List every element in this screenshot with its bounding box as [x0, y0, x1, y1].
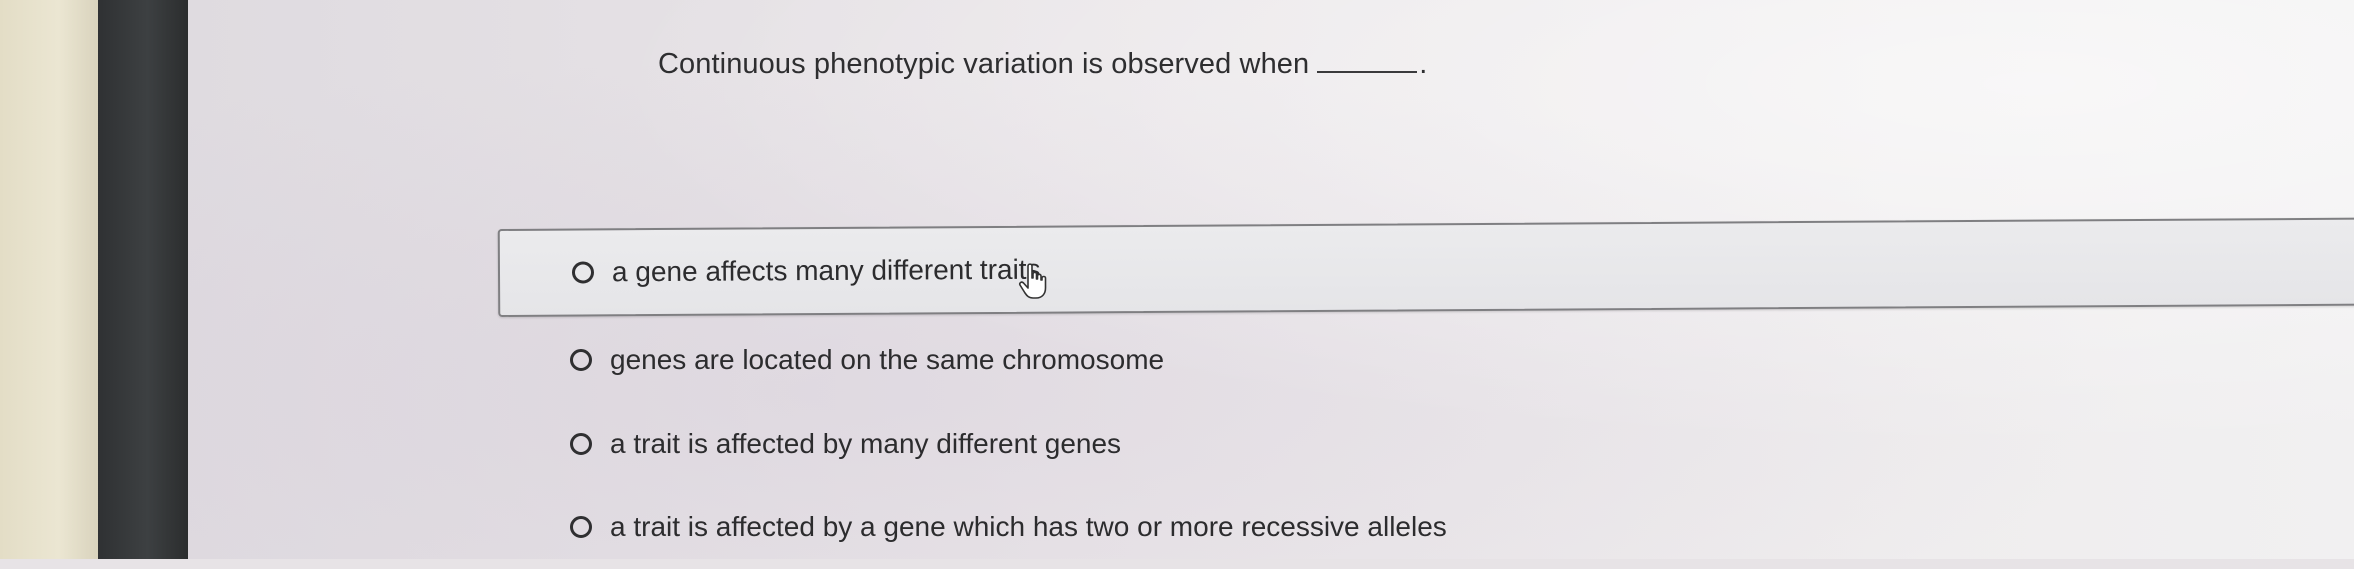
answer-option-4[interactable]: a trait is affected by a gene which has … — [498, 485, 2354, 569]
radio-button[interactable] — [570, 349, 592, 371]
hand-pointer-icon — [1018, 263, 1047, 299]
answer-label[interactable]: a trait is affected by many different ge… — [610, 428, 1121, 460]
answer-option-1[interactable]: a gene affects many different traits — [497, 217, 2354, 317]
answer-label[interactable]: a gene affects many different traits — [612, 254, 1041, 289]
answer-label[interactable]: genes are located on the same chromosome — [610, 344, 1164, 376]
radio-button[interactable] — [570, 433, 592, 455]
answer-option-3[interactable]: a trait is affected by many different ge… — [498, 402, 2354, 486]
radio-button[interactable] — [571, 261, 595, 284]
answer-label[interactable]: a trait is affected by a gene which has … — [610, 511, 1447, 543]
answer-options: a gene affects many different traits gen… — [0, 0, 2354, 559]
answer-option-2[interactable]: genes are located on the same chromosome — [498, 318, 2354, 402]
radio-button[interactable] — [570, 516, 592, 538]
